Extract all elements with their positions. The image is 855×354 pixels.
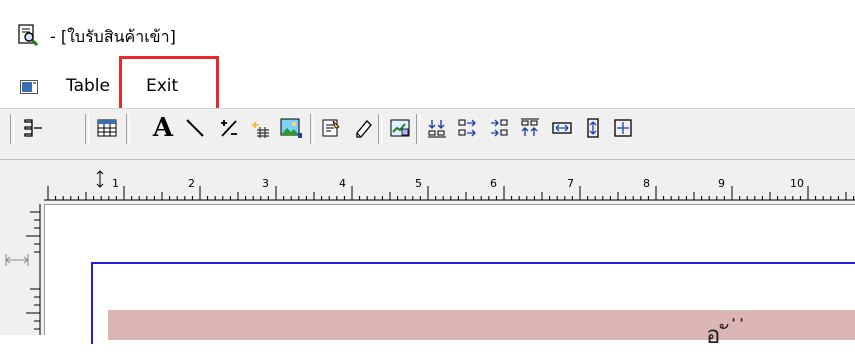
toolbar-separator bbox=[126, 114, 130, 144]
formula-icon[interactable] bbox=[216, 114, 242, 142]
align-lines-icon[interactable] bbox=[20, 114, 46, 142]
ruler-number: 8 bbox=[643, 177, 650, 190]
align-bottom-icon[interactable] bbox=[424, 114, 450, 142]
toolbar-separator bbox=[310, 114, 314, 144]
ruler-number: 10 bbox=[790, 177, 804, 190]
ruler-number: 2 bbox=[188, 177, 195, 190]
ruler-number: 6 bbox=[490, 177, 497, 190]
table-grid-icon[interactable] bbox=[94, 114, 120, 142]
ruler-number: 9 bbox=[718, 177, 725, 190]
print-preview-icon bbox=[18, 24, 39, 46]
image-insert-icon[interactable] bbox=[278, 114, 304, 142]
menu-item-table[interactable]: Table bbox=[66, 76, 110, 96]
window-menu-icon[interactable] bbox=[20, 80, 38, 94]
toolbar-separator bbox=[85, 114, 89, 144]
ruler-cursor-icon bbox=[96, 170, 104, 188]
toolbar-separator bbox=[416, 114, 420, 144]
ruler-number: 7 bbox=[567, 177, 574, 190]
ruler-number: 5 bbox=[415, 177, 422, 190]
toolbar-separator bbox=[378, 114, 382, 144]
ruler-number: 1 bbox=[112, 177, 119, 190]
same-size-icon[interactable] bbox=[610, 114, 636, 142]
ruler-number: 4 bbox=[339, 177, 346, 190]
text-tool-icon[interactable]: A bbox=[150, 113, 176, 143]
vertical-ruler[interactable] bbox=[0, 204, 45, 335]
window-title: - [ใบรับสินค้าเข้า] bbox=[50, 27, 176, 46]
align-center-icon[interactable] bbox=[455, 114, 481, 142]
same-width-icon[interactable] bbox=[549, 114, 575, 142]
align-top-icon[interactable] bbox=[517, 114, 543, 142]
same-height-icon[interactable] bbox=[580, 114, 606, 142]
horizontal-ruler[interactable]: 1 2 3 4 5 6 7 8 9 10 bbox=[0, 160, 855, 205]
edit-properties-icon[interactable] bbox=[318, 114, 344, 142]
sparkle-field-icon[interactable] bbox=[247, 114, 273, 142]
title-bar: - [ใบรับสินค้าเข้า] bbox=[0, 0, 855, 64]
toolbar-grip[interactable] bbox=[10, 114, 14, 144]
align-right-icon[interactable] bbox=[486, 114, 512, 142]
chart-icon[interactable] bbox=[387, 114, 413, 142]
eraser-icon[interactable] bbox=[350, 114, 376, 142]
line-tool-icon[interactable] bbox=[182, 114, 208, 142]
ruler-number: 3 bbox=[262, 177, 269, 190]
